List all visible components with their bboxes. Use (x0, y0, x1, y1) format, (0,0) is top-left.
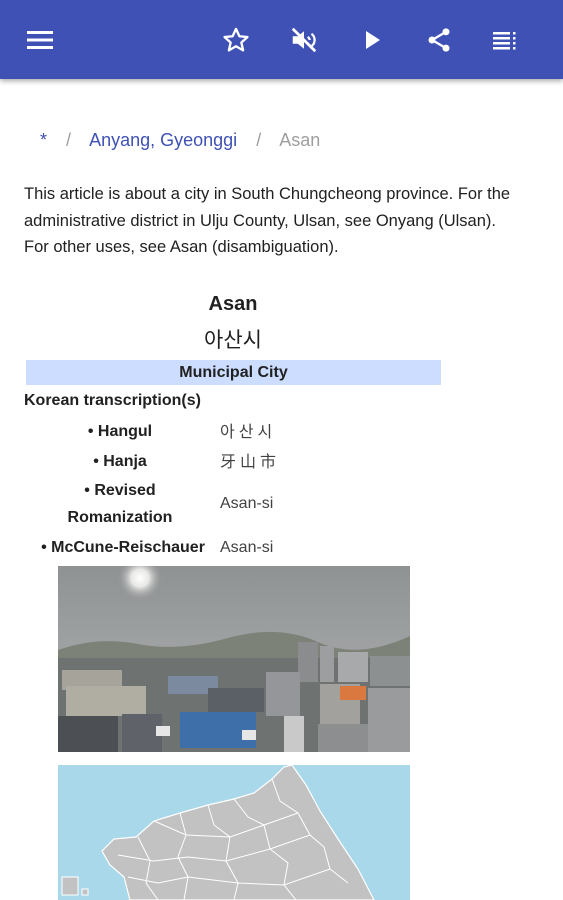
row-value: 아산시 (220, 422, 277, 441)
row-value: Asan-si (220, 539, 274, 556)
row-value: Asan-si (220, 495, 274, 512)
row-label: • Hangul (87, 423, 153, 440)
row-label: • Hanja (93, 453, 147, 470)
breadcrumb-home-link[interactable]: * (40, 130, 47, 150)
infobox: Asan 아산시 Municipal City Korean transcrip… (24, 290, 442, 413)
star-outline-icon (223, 27, 249, 52)
row-label: • Revised (84, 482, 156, 499)
app-toolbar (0, 0, 563, 79)
breadcrumb-separator: / (256, 130, 262, 150)
breadcrumb: * / Anyang, Gyeonggi / Asan (24, 128, 320, 152)
breadcrumb-current: Asan (279, 130, 321, 150)
city-photo[interactable] (58, 566, 410, 752)
breadcrumb-parent-link[interactable]: Anyang, Gyeonggi (89, 130, 237, 150)
row-value: 牙山市 (220, 452, 281, 471)
volume-off-icon (291, 27, 317, 53)
korea-map-image (58, 765, 410, 900)
bookmark-button[interactable] (218, 22, 254, 58)
hatnote: This article is about a city in South Ch… (24, 181, 544, 261)
table-of-contents-icon (493, 32, 516, 50)
menu-icon (27, 31, 53, 49)
infobox-title: Asan (208, 293, 258, 315)
menu-button[interactable] (22, 22, 58, 58)
infobox-type-bar: Municipal City (26, 360, 441, 385)
infobox-native-name: 아산시 (204, 328, 262, 352)
row-label: Romanization (67, 509, 173, 526)
hatnote-line: For other uses, see Asan (disambiguation… (24, 238, 339, 256)
location-map[interactable] (58, 765, 410, 900)
breadcrumb-separator: / (66, 130, 72, 150)
hatnote-line: This article is about a city in South Ch… (24, 185, 511, 230)
share-icon (428, 28, 450, 52)
contents-button[interactable] (488, 22, 524, 58)
play-button[interactable] (354, 22, 390, 58)
share-button[interactable] (421, 22, 457, 58)
mute-button[interactable] (286, 22, 322, 58)
row-label: • McCune-Reischauer (41, 539, 205, 556)
transcription-header: Korean transcription(s) (24, 392, 201, 409)
city-skyline-image (58, 566, 410, 752)
play-icon (366, 31, 380, 49)
